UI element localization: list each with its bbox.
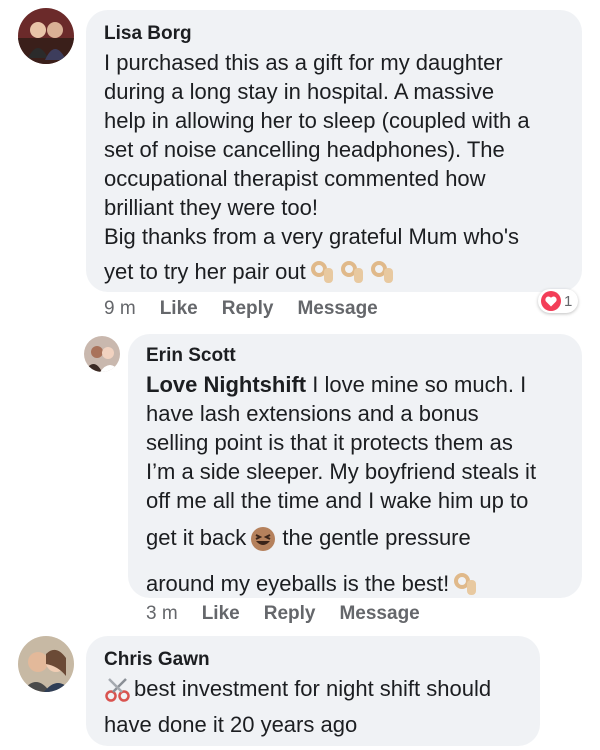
scissors-icon [104, 677, 132, 710]
like-button[interactable]: Like [202, 603, 240, 625]
comment-bubble-lisa: Lisa Borg I purchased this as a gift for… [86, 10, 582, 292]
reaction-count: 1 [564, 292, 573, 310]
like-button[interactable]: Like [160, 298, 198, 320]
comment-bubble-chris: Chris Gawn best investment for night shi… [86, 636, 540, 746]
reply-button[interactable]: Reply [264, 603, 316, 625]
heart-icon [541, 291, 561, 311]
avatar-chris-gawn[interactable] [18, 636, 74, 692]
timestamp[interactable]: 9 m [104, 298, 136, 320]
ok-hand-icon [370, 260, 396, 293]
grinning-squinting-icon [250, 526, 276, 559]
reaction-badge[interactable]: 1 [538, 289, 579, 313]
ok-hand-icon [310, 260, 336, 293]
message-button[interactable]: Message [339, 603, 419, 625]
comment-bubble-erin: Erin Scott Love Nightshift I love mine s… [128, 334, 582, 598]
comment-author[interactable]: Chris Gawn [104, 648, 522, 672]
comment-text: Love Nightshift I love mine so much. I h… [146, 370, 564, 605]
comment-author[interactable]: Lisa Borg [104, 22, 564, 46]
message-button[interactable]: Message [297, 298, 377, 320]
timestamp[interactable]: 3 m [146, 603, 178, 625]
comment-actions: 9 m Like Reply Message [104, 298, 378, 320]
reply-button[interactable]: Reply [222, 298, 274, 320]
comment-text: best investment for night shift should h… [104, 676, 492, 737]
comment-author[interactable]: Erin Scott [146, 344, 564, 368]
comment-actions: 3 m Like Reply Message [146, 603, 420, 625]
ok-hand-icon [453, 572, 479, 605]
tagged-page-link[interactable]: Love Nightshift [146, 372, 306, 397]
ok-hand-icon [340, 260, 366, 293]
avatar-erin-scott[interactable] [84, 336, 120, 372]
avatar-lisa-borg[interactable] [18, 8, 74, 64]
comment-text: I purchased this as a gift for my daught… [104, 48, 564, 293]
